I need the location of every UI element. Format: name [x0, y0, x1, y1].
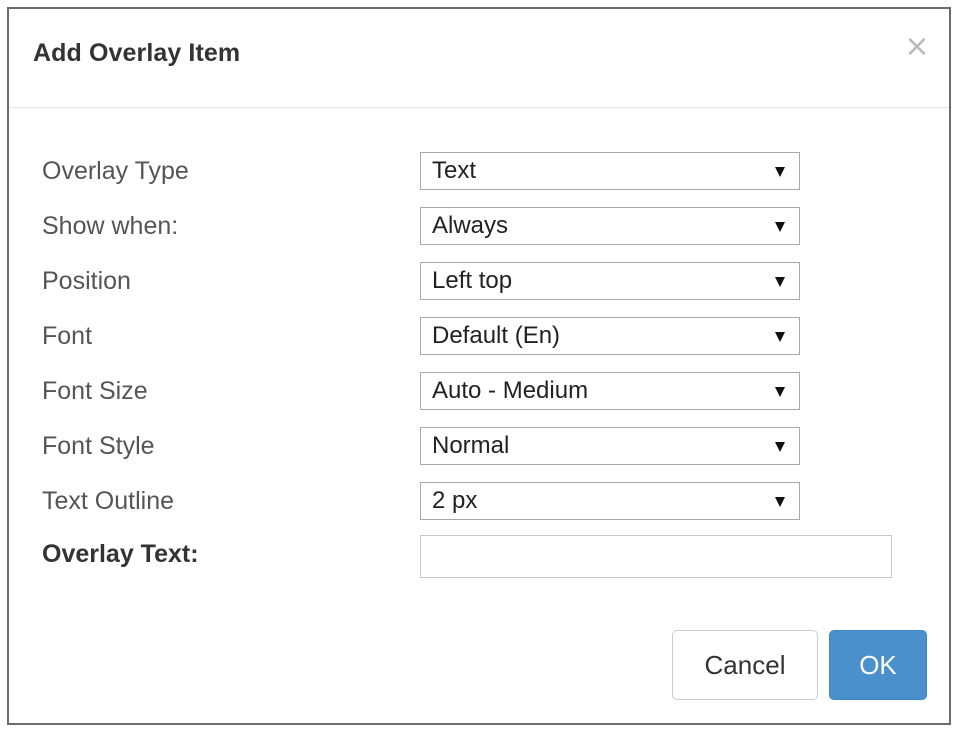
form-row-overlay-text: Overlay Text: — [9, 535, 949, 578]
font-size-select[interactable]: Auto - Medium — [420, 372, 800, 410]
font-style-value: Normal — [432, 432, 510, 459]
overlay-type-value: Text — [432, 157, 477, 184]
chevron-down-icon — [775, 222, 785, 232]
overlay-type-label: Overlay Type — [42, 157, 189, 185]
chevron-down-icon — [775, 497, 785, 507]
form-row-position: Position Left top — [9, 262, 949, 302]
chevron-down-icon — [775, 442, 785, 452]
text-outline-value: 2 px — [432, 487, 478, 514]
chevron-down-icon — [775, 332, 785, 342]
font-style-select[interactable]: Normal — [420, 427, 800, 465]
chevron-down-icon — [775, 277, 785, 287]
overlay-text-input[interactable] — [420, 535, 892, 578]
form-row-text-outline: Text Outline 2 px — [9, 482, 949, 522]
chevron-down-icon — [775, 167, 785, 177]
form-row-font-size: Font Size Auto - Medium — [9, 372, 949, 412]
form-row-font: Font Default (En) — [9, 317, 949, 357]
text-outline-label: Text Outline — [42, 487, 175, 515]
font-style-label: Font Style — [42, 432, 155, 460]
ok-button[interactable]: OK — [829, 630, 927, 700]
font-value: Default (En) — [432, 322, 561, 349]
position-select[interactable]: Left top — [420, 262, 800, 300]
show-when-label: Show when: — [42, 212, 179, 240]
show-when-select[interactable]: Always — [420, 207, 800, 245]
font-label: Font — [42, 322, 93, 350]
font-size-label: Font Size — [42, 377, 148, 405]
position-value: Left top — [432, 267, 513, 294]
dialog-header: Add Overlay Item × — [9, 9, 949, 108]
show-when-value: Always — [432, 212, 509, 239]
position-label: Position — [42, 267, 131, 295]
overlay-type-select[interactable]: Text — [420, 152, 800, 190]
text-outline-select[interactable]: 2 px — [420, 482, 800, 520]
form-row-font-style: Font Style Normal — [9, 427, 949, 467]
form-row-show-when: Show when: Always — [9, 207, 949, 247]
add-overlay-item-dialog: Add Overlay Item × Overlay Type Text Sho… — [7, 7, 951, 725]
font-size-value: Auto - Medium — [432, 377, 589, 404]
close-icon[interactable]: × — [903, 32, 931, 62]
overlay-text-label: Overlay Text: — [42, 540, 199, 568]
form-row-overlay-type: Overlay Type Text — [9, 152, 949, 192]
cancel-button[interactable]: Cancel — [672, 630, 818, 700]
font-select[interactable]: Default (En) — [420, 317, 800, 355]
dialog-title: Add Overlay Item — [33, 39, 241, 67]
chevron-down-icon — [775, 387, 785, 397]
